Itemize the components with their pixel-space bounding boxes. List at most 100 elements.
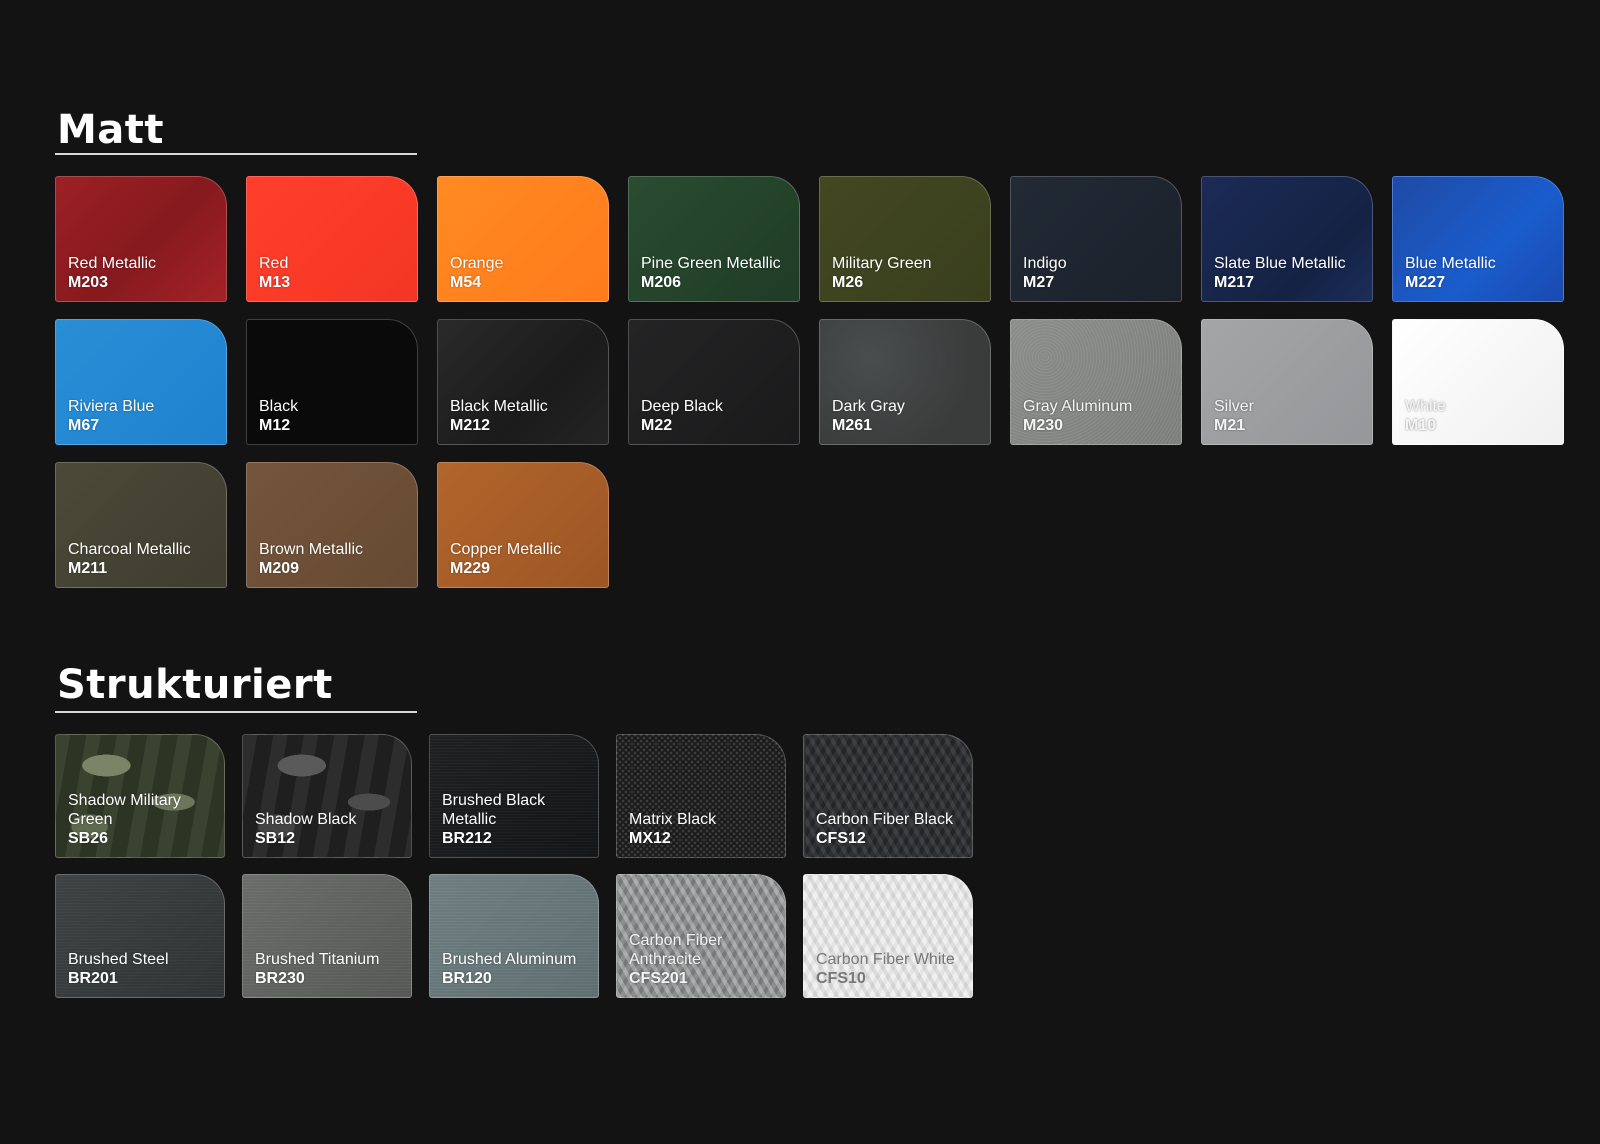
swatch-label: Orange M54 <box>450 254 602 292</box>
swatch-name: Carbon Fiber White <box>816 951 955 968</box>
swatch-name: Carbon Fiber Anthracite <box>629 932 723 968</box>
swatch-name: Pine Green Metallic <box>641 255 781 272</box>
swatch-label: Pine Green Metallic M206 <box>641 254 793 292</box>
swatch-label: Brushed Titanium BR230 <box>255 950 405 988</box>
swatch-label: Carbon Fiber Black CFS12 <box>816 810 966 848</box>
swatch-tile-indigo[interactable]: Indigo M27 <box>1010 176 1182 302</box>
swatch-name: Shadow Military Green <box>68 792 181 828</box>
swatch-tile-copper[interactable]: Copper Metallic M229 <box>437 462 609 588</box>
swatch-code: BR120 <box>442 970 492 987</box>
swatch-label: Brushed Black Metallic BR212 <box>442 791 592 848</box>
title-underline <box>55 711 417 713</box>
swatch-tile-black-metallic[interactable]: Black Metallic M212 <box>437 319 609 445</box>
swatch-grid-matt: Red Metallic M203 Red M13 Orange M54 Pine Gree… <box>55 176 1564 588</box>
swatch-tile-brushed-steel[interactable]: Brushed Steel BR201 <box>55 874 225 998</box>
swatch-code: M22 <box>641 417 673 434</box>
swatch-tile-cf-black[interactable]: Carbon Fiber Black CFS12 <box>803 734 973 858</box>
swatch-label: Shadow Military Green SB26 <box>68 791 218 848</box>
swatch-code: BR212 <box>442 830 492 847</box>
swatch-label: Red Metallic M203 <box>68 254 220 292</box>
swatch-name: Black Metallic <box>450 398 548 415</box>
swatch-label: White M10 <box>1405 397 1557 435</box>
swatch-name: Military Green <box>832 255 932 272</box>
swatch-label: Dark Gray M261 <box>832 397 984 435</box>
swatch-name: Black <box>259 398 299 415</box>
swatch-name: White <box>1405 398 1446 415</box>
swatch-tile-shadow-black[interactable]: Shadow Black SB12 <box>242 734 412 858</box>
swatch-label: Copper Metallic M229 <box>450 540 602 578</box>
swatch-label: Riviera Blue M67 <box>68 397 220 435</box>
swatch-code: M21 <box>1214 417 1246 434</box>
swatch-label: Brushed Steel BR201 <box>68 950 218 988</box>
swatch-code: M206 <box>641 274 682 291</box>
swatch-code: M12 <box>259 417 291 434</box>
swatch-name: Red <box>259 255 289 272</box>
swatch-tile-cf-anthracite[interactable]: Carbon Fiber Anthracite CFS201 <box>616 874 786 998</box>
swatch-tile-brown[interactable]: Brown Metallic M209 <box>246 462 418 588</box>
swatch-name: Red Metallic <box>68 255 157 272</box>
swatch-code: M13 <box>259 274 291 291</box>
swatch-code: BR201 <box>68 970 118 987</box>
swatch-name: Deep Black <box>641 398 723 415</box>
swatch-label: Carbon Fiber Anthracite CFS201 <box>629 931 779 988</box>
swatch-tile-pine-green[interactable]: Pine Green Metallic M206 <box>628 176 800 302</box>
swatch-code: SB12 <box>255 830 296 847</box>
swatch-tile-dark-gray[interactable]: Dark Gray M261 <box>819 319 991 445</box>
swatch-tile-riviera-blue[interactable]: Riviera Blue M67 <box>55 319 227 445</box>
swatch-code: MX12 <box>629 830 671 847</box>
swatch-tile-charcoal[interactable]: Charcoal Metallic M211 <box>55 462 227 588</box>
swatch-label: Deep Black M22 <box>641 397 793 435</box>
swatch-tile-deep-black[interactable]: Deep Black M22 <box>628 319 800 445</box>
swatch-tile-slate-blue[interactable]: Slate Blue Metallic M217 <box>1201 176 1373 302</box>
swatch-code: M27 <box>1023 274 1055 291</box>
swatch-label: Black Metallic M212 <box>450 397 602 435</box>
swatch-tile-brushed-black[interactable]: Brushed Black Metallic BR212 <box>429 734 599 858</box>
swatch-label: Blue Metallic M227 <box>1405 254 1557 292</box>
swatch-tile-red[interactable]: Red M13 <box>246 176 418 302</box>
swatch-label: Shadow Black SB12 <box>255 810 405 848</box>
swatch-tile-white[interactable]: White M10 <box>1392 319 1564 445</box>
swatch-code: M230 <box>1023 417 1064 434</box>
swatch-label: Gray Aluminum M230 <box>1023 397 1175 435</box>
swatch-tile-matrix-black[interactable]: Matrix Black MX12 <box>616 734 786 858</box>
swatch-code: M209 <box>259 560 300 577</box>
swatch-label: Charcoal Metallic M211 <box>68 540 220 578</box>
swatch-tile-brushed-titanium[interactable]: Brushed Titanium BR230 <box>242 874 412 998</box>
swatch-label: Indigo M27 <box>1023 254 1175 292</box>
swatch-tile-military-green[interactable]: Military Green M26 <box>819 176 991 302</box>
swatch-name: Charcoal Metallic <box>68 541 191 558</box>
swatch-label: Military Green M26 <box>832 254 984 292</box>
swatch-label: Brown Metallic M209 <box>259 540 411 578</box>
section-title: Strukturiert <box>57 662 333 708</box>
swatch-tile-orange[interactable]: Orange M54 <box>437 176 609 302</box>
swatch-code: CFS12 <box>816 830 866 847</box>
swatch-tile-black[interactable]: Black M12 <box>246 319 418 445</box>
swatch-tile-brushed-aluminum[interactable]: Brushed Aluminum BR120 <box>429 874 599 998</box>
swatch-code: CFS201 <box>629 970 688 987</box>
section-title: Matt <box>57 107 165 153</box>
swatch-tile-red-metallic[interactable]: Red Metallic M203 <box>55 176 227 302</box>
swatch-name: Dark Gray <box>832 398 905 415</box>
swatch-tile-silver[interactable]: Silver M21 <box>1201 319 1373 445</box>
swatch-label: Slate Blue Metallic M217 <box>1214 254 1366 292</box>
swatch-code: M217 <box>1214 274 1255 291</box>
swatch-code: M212 <box>450 417 491 434</box>
swatch-name: Orange <box>450 255 504 272</box>
swatch-label: Brushed Aluminum BR120 <box>442 950 592 988</box>
swatch-code: SB26 <box>68 830 109 847</box>
swatch-name: Indigo <box>1023 255 1067 272</box>
swatch-tile-blue-metallic[interactable]: Blue Metallic M227 <box>1392 176 1564 302</box>
swatch-code: M10 <box>1405 417 1437 434</box>
swatch-code: BR230 <box>255 970 305 987</box>
swatch-name: Matrix Black <box>629 811 717 828</box>
swatch-code: M26 <box>832 274 864 291</box>
swatch-code: M227 <box>1405 274 1446 291</box>
swatch-tile-cf-white[interactable]: Carbon Fiber White CFS10 <box>803 874 973 998</box>
swatch-code: M54 <box>450 274 482 291</box>
swatch-label: Carbon Fiber White CFS10 <box>816 950 966 988</box>
swatch-tile-shadow-green[interactable]: Shadow Military Green SB26 <box>55 734 225 858</box>
swatch-name: Slate Blue Metallic <box>1214 255 1346 272</box>
swatch-label: Silver M21 <box>1214 397 1366 435</box>
title-underline <box>55 153 417 155</box>
swatch-tile-gray-aluminum[interactable]: Gray Aluminum M230 <box>1010 319 1182 445</box>
